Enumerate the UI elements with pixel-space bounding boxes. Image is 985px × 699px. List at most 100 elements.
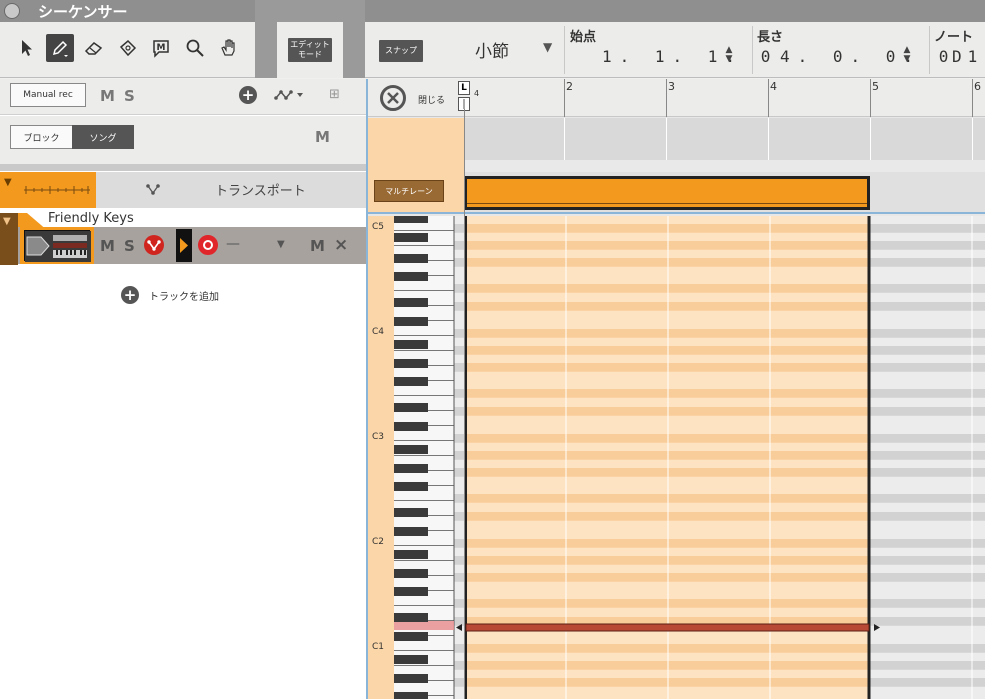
length-label: 長さ bbox=[757, 30, 784, 45]
snap-button[interactable]: スナップ bbox=[379, 40, 423, 62]
pencil-tool-button[interactable] bbox=[46, 34, 74, 62]
arrow-icon bbox=[22, 40, 32, 56]
transport-automation-icon[interactable] bbox=[146, 181, 160, 200]
length-spinner-icon[interactable]: ▲ ▼ bbox=[901, 46, 913, 64]
bar-tick bbox=[564, 79, 565, 117]
eraser-icon bbox=[84, 42, 103, 55]
view-switch-row: ブロック ソング M bbox=[0, 116, 366, 164]
solo-all-button[interactable]: S bbox=[124, 87, 135, 105]
eraser-tool-button[interactable] bbox=[80, 34, 108, 62]
divider bbox=[0, 164, 366, 171]
hand-tool-button[interactable] bbox=[215, 34, 243, 62]
collapse-icon[interactable]: ▼ bbox=[4, 177, 12, 188]
track-list-panel: Manual rec M S + ⊞ ブロック ソング M ▼ トランスポート … bbox=[0, 79, 366, 699]
snap-value[interactable]: 小節 bbox=[475, 37, 509, 62]
add-icon[interactable]: + bbox=[239, 86, 257, 104]
octave-label: C2 bbox=[372, 537, 385, 547]
start-label: 始点 bbox=[570, 30, 597, 45]
close-editor-icon[interactable] bbox=[380, 85, 406, 111]
bar-number: 4 bbox=[474, 89, 480, 98]
note-value[interactable]: D1 bbox=[952, 47, 983, 66]
piano-keyboard-and-grid[interactable] bbox=[394, 216, 985, 699]
track-name[interactable]: Friendly Keys bbox=[48, 211, 134, 226]
multilane-button[interactable]: マルチレーン bbox=[374, 180, 444, 202]
piano-roll-panel: 閉じる 2 3 4 5 6 4 L マルチレーン C5 C4 C3 C2 C1 bbox=[366, 79, 985, 699]
track-play-indicator[interactable] bbox=[176, 229, 192, 262]
mute-tool-button[interactable]: M bbox=[147, 34, 175, 62]
separator bbox=[929, 26, 930, 74]
transport-ruler-icon bbox=[24, 180, 90, 199]
transport-track: ▼ トランスポート bbox=[0, 172, 366, 208]
record-arm-icon[interactable] bbox=[198, 235, 218, 255]
track-input-value[interactable]: — bbox=[226, 236, 240, 252]
song-mode-button[interactable]: ソング bbox=[72, 125, 134, 149]
svg-text:M: M bbox=[157, 43, 166, 53]
collapse-icon[interactable]: ▼ bbox=[3, 216, 11, 227]
bar-number: 2 bbox=[566, 80, 573, 93]
bar-number: 4 bbox=[770, 80, 777, 93]
mute-all-button[interactable]: M bbox=[100, 87, 115, 105]
selected-key bbox=[394, 621, 454, 630]
magnifier-icon bbox=[186, 39, 204, 57]
track-mute-button[interactable]: M bbox=[100, 237, 115, 255]
track-list-header: Manual rec M S + ⊞ bbox=[0, 79, 366, 115]
edit-mode-button[interactable]: エディット モード bbox=[288, 38, 332, 62]
track-mute-secondary-button[interactable]: M bbox=[310, 237, 325, 255]
piano-roll[interactable]: C5 C4 C3 C2 C1 bbox=[368, 216, 985, 699]
grid-icon[interactable]: ⊞ bbox=[329, 87, 340, 102]
manual-rec-button[interactable]: Manual rec bbox=[10, 83, 86, 107]
transport-track-header: ▼ bbox=[0, 172, 96, 208]
razor-icon bbox=[119, 39, 137, 57]
window-close-icon[interactable] bbox=[4, 3, 20, 19]
loop-left-marker[interactable]: L bbox=[458, 81, 470, 95]
select-tool-button[interactable] bbox=[13, 34, 41, 62]
zoom-tool-button[interactable] bbox=[181, 34, 209, 62]
mute-master-button[interactable]: M bbox=[315, 128, 330, 146]
block-mode-button[interactable]: ブロック bbox=[10, 125, 72, 149]
octave-label: C5 bbox=[372, 222, 385, 232]
title-bar: シーケンサー bbox=[0, 0, 985, 22]
instrument-track[interactable]: ▼ Friendly Keys M S — ▼ M × bbox=[0, 209, 366, 265]
timeline-ruler[interactable]: 閉じる 2 3 4 5 6 4 L bbox=[368, 79, 985, 117]
bar-tick bbox=[666, 79, 667, 117]
transport-track-label: トランスポート bbox=[215, 184, 306, 199]
note-label: ノート bbox=[934, 30, 974, 45]
track-controls: M S — ▼ M × bbox=[18, 227, 366, 264]
mute-tool-icon: M bbox=[153, 40, 169, 58]
octave-label-column: C5 C4 C3 C2 C1 bbox=[368, 216, 394, 699]
hand-icon bbox=[221, 39, 235, 56]
octave-label: C1 bbox=[372, 642, 385, 652]
close-editor-label[interactable]: 閉じる bbox=[418, 93, 445, 106]
instrument-thumbnail[interactable] bbox=[24, 230, 91, 262]
track-input-dropdown-icon[interactable]: ▼ bbox=[277, 239, 285, 250]
clip-note-preview bbox=[467, 203, 867, 204]
automation-record-icon[interactable] bbox=[144, 235, 164, 255]
razor-tool-button[interactable] bbox=[114, 34, 142, 62]
add-track-label[interactable]: トラックを追加 bbox=[149, 288, 219, 303]
edit-mode-section: エディット モード bbox=[277, 22, 343, 78]
octave-label: C4 bbox=[372, 327, 385, 337]
transport-lane bbox=[368, 118, 985, 160]
track-color-strip: ▼ bbox=[0, 213, 18, 265]
separator bbox=[564, 26, 565, 74]
octave-label: C3 bbox=[372, 432, 385, 442]
add-track-icon[interactable]: + bbox=[121, 286, 139, 304]
instrument-thumbnail-frame bbox=[20, 227, 94, 264]
note-clip[interactable] bbox=[464, 176, 870, 210]
midi-note[interactable] bbox=[465, 623, 870, 632]
automation-icon[interactable] bbox=[274, 87, 304, 106]
toolbar-divider bbox=[255, 22, 277, 78]
pencil-icon bbox=[52, 40, 68, 57]
start-spinner-icon[interactable]: ▲ ▼ bbox=[723, 46, 735, 64]
bar-number: 6 bbox=[974, 80, 981, 93]
lane-gap bbox=[368, 160, 985, 172]
remove-track-icon[interactable]: × bbox=[334, 235, 348, 255]
bar-tick bbox=[972, 79, 973, 117]
track-solo-button[interactable]: S bbox=[124, 237, 135, 255]
bar-tick bbox=[768, 79, 769, 117]
snap-dropdown-icon[interactable]: ▼ bbox=[543, 40, 552, 54]
toolbar: M エディット モード スナップ 小節 ▼ 始点 1. 1. 1. 0 ▲ ▼ 長… bbox=[0, 22, 985, 78]
bar-number: 3 bbox=[668, 80, 675, 93]
title-bar-divider bbox=[255, 0, 365, 22]
transport-lane-header bbox=[368, 118, 464, 160]
